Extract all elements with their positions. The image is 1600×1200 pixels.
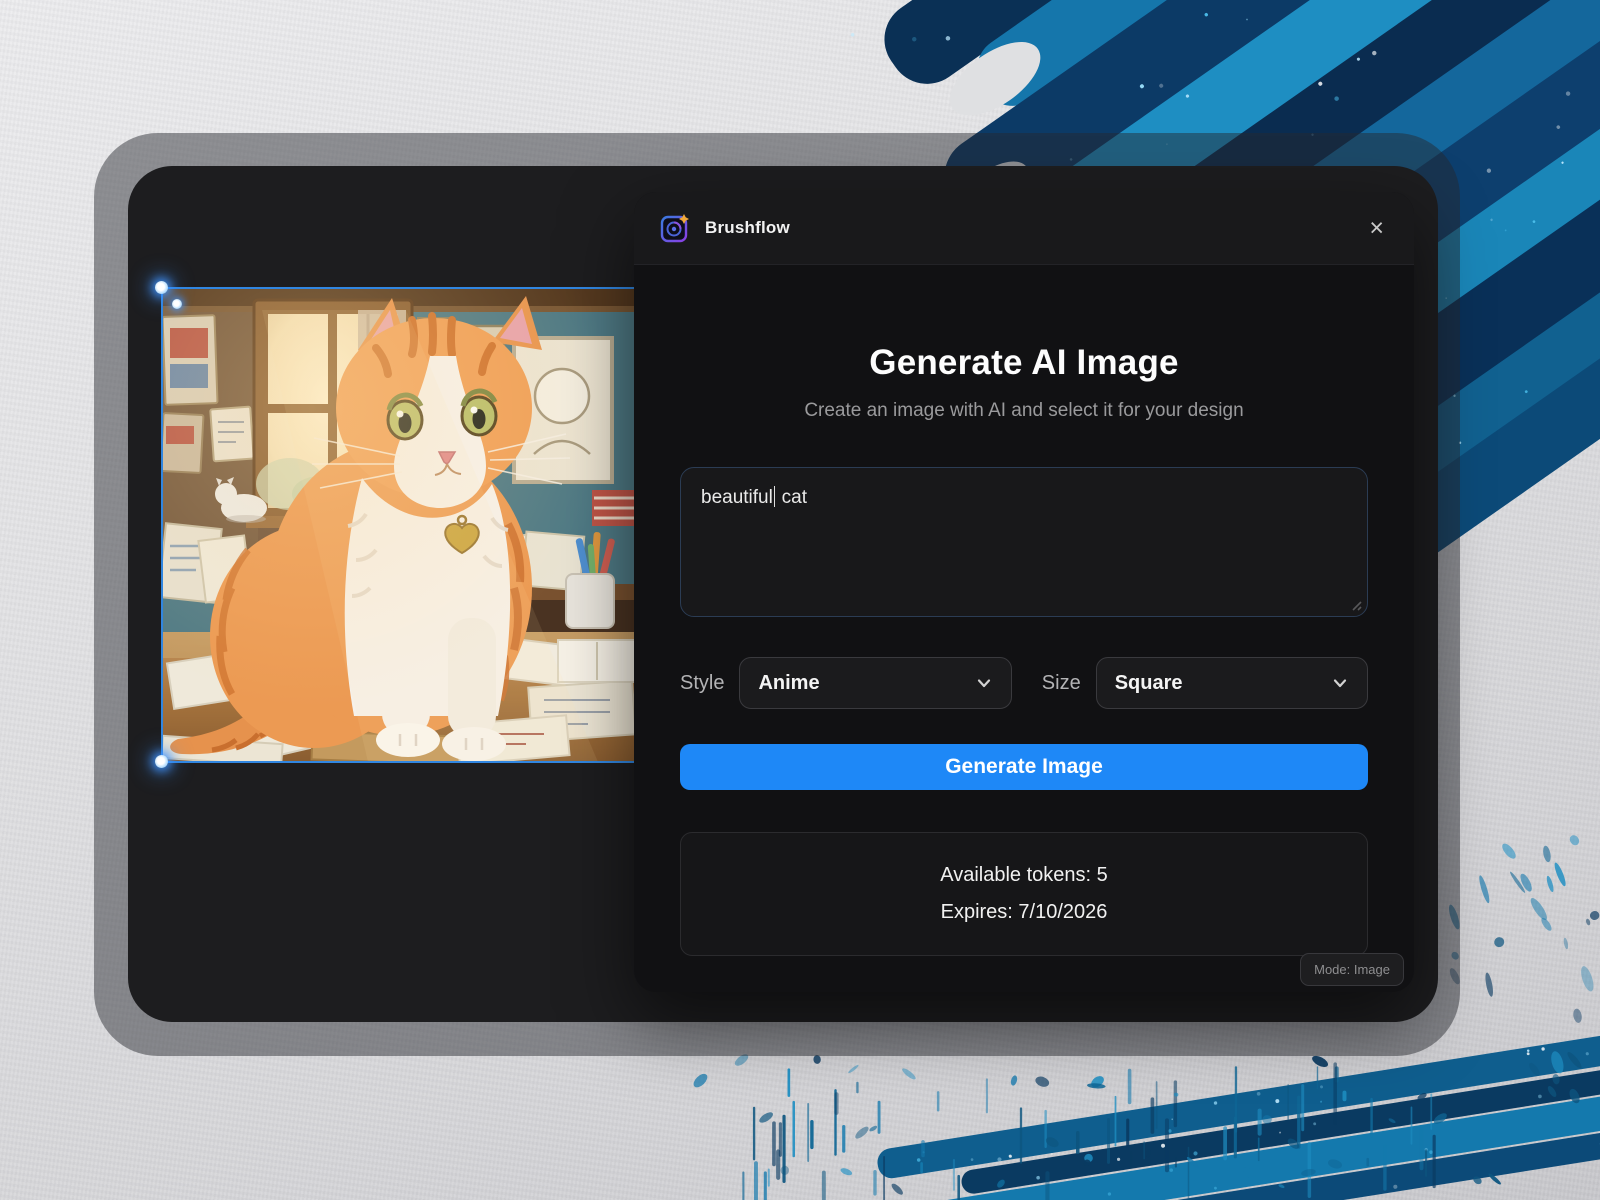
size-value: Square bbox=[1115, 672, 1331, 695]
selection-rotate-handle[interactable] bbox=[172, 299, 182, 309]
selection-handle-bottom-left[interactable] bbox=[155, 755, 168, 768]
brushflow-dialog: Brushflow × Generate AI Image Create an … bbox=[634, 192, 1414, 992]
size-select[interactable]: Square bbox=[1096, 657, 1368, 709]
prompt-textarea[interactable]: beautiful cat bbox=[680, 467, 1368, 617]
resize-handle-icon[interactable] bbox=[1349, 598, 1362, 611]
style-label: Style bbox=[680, 672, 724, 695]
prompt-text-after-caret: cat bbox=[776, 487, 807, 508]
close-icon[interactable]: × bbox=[1365, 214, 1388, 243]
selection-handle-top-left[interactable] bbox=[155, 281, 168, 294]
chevron-down-icon bbox=[1331, 674, 1349, 692]
tokens-info-box: Available tokens: 5 Expires: 7/10/2026 bbox=[680, 832, 1368, 956]
selection-border[interactable] bbox=[161, 287, 637, 763]
dialog-subtitle: Create an image with AI and select it fo… bbox=[680, 400, 1368, 422]
dialog-body: Generate AI Image Create an image with A… bbox=[634, 343, 1414, 956]
expires-text: Expires: 7/10/2026 bbox=[691, 894, 1357, 931]
chevron-down-icon bbox=[975, 674, 993, 692]
style-value: Anime bbox=[758, 672, 974, 695]
dialog-header: Brushflow × bbox=[634, 192, 1414, 265]
available-tokens-text: Available tokens: 5 bbox=[691, 857, 1357, 894]
size-label: Size bbox=[1042, 672, 1081, 695]
prompt-text-before-caret: beautiful bbox=[701, 487, 773, 508]
brushflow-logo-icon bbox=[660, 213, 690, 243]
mode-badge: Mode: Image bbox=[1300, 953, 1404, 986]
options-row: Style Anime Size Square bbox=[680, 657, 1368, 709]
app-title: Brushflow bbox=[705, 218, 790, 238]
style-select[interactable]: Anime bbox=[739, 657, 1011, 709]
selected-artwork[interactable] bbox=[162, 288, 636, 762]
generate-image-button[interactable]: Generate Image bbox=[680, 744, 1368, 790]
dialog-title: Generate AI Image bbox=[680, 343, 1368, 383]
screenshot-root: Brushflow × Generate AI Image Create an … bbox=[0, 0, 1600, 1200]
